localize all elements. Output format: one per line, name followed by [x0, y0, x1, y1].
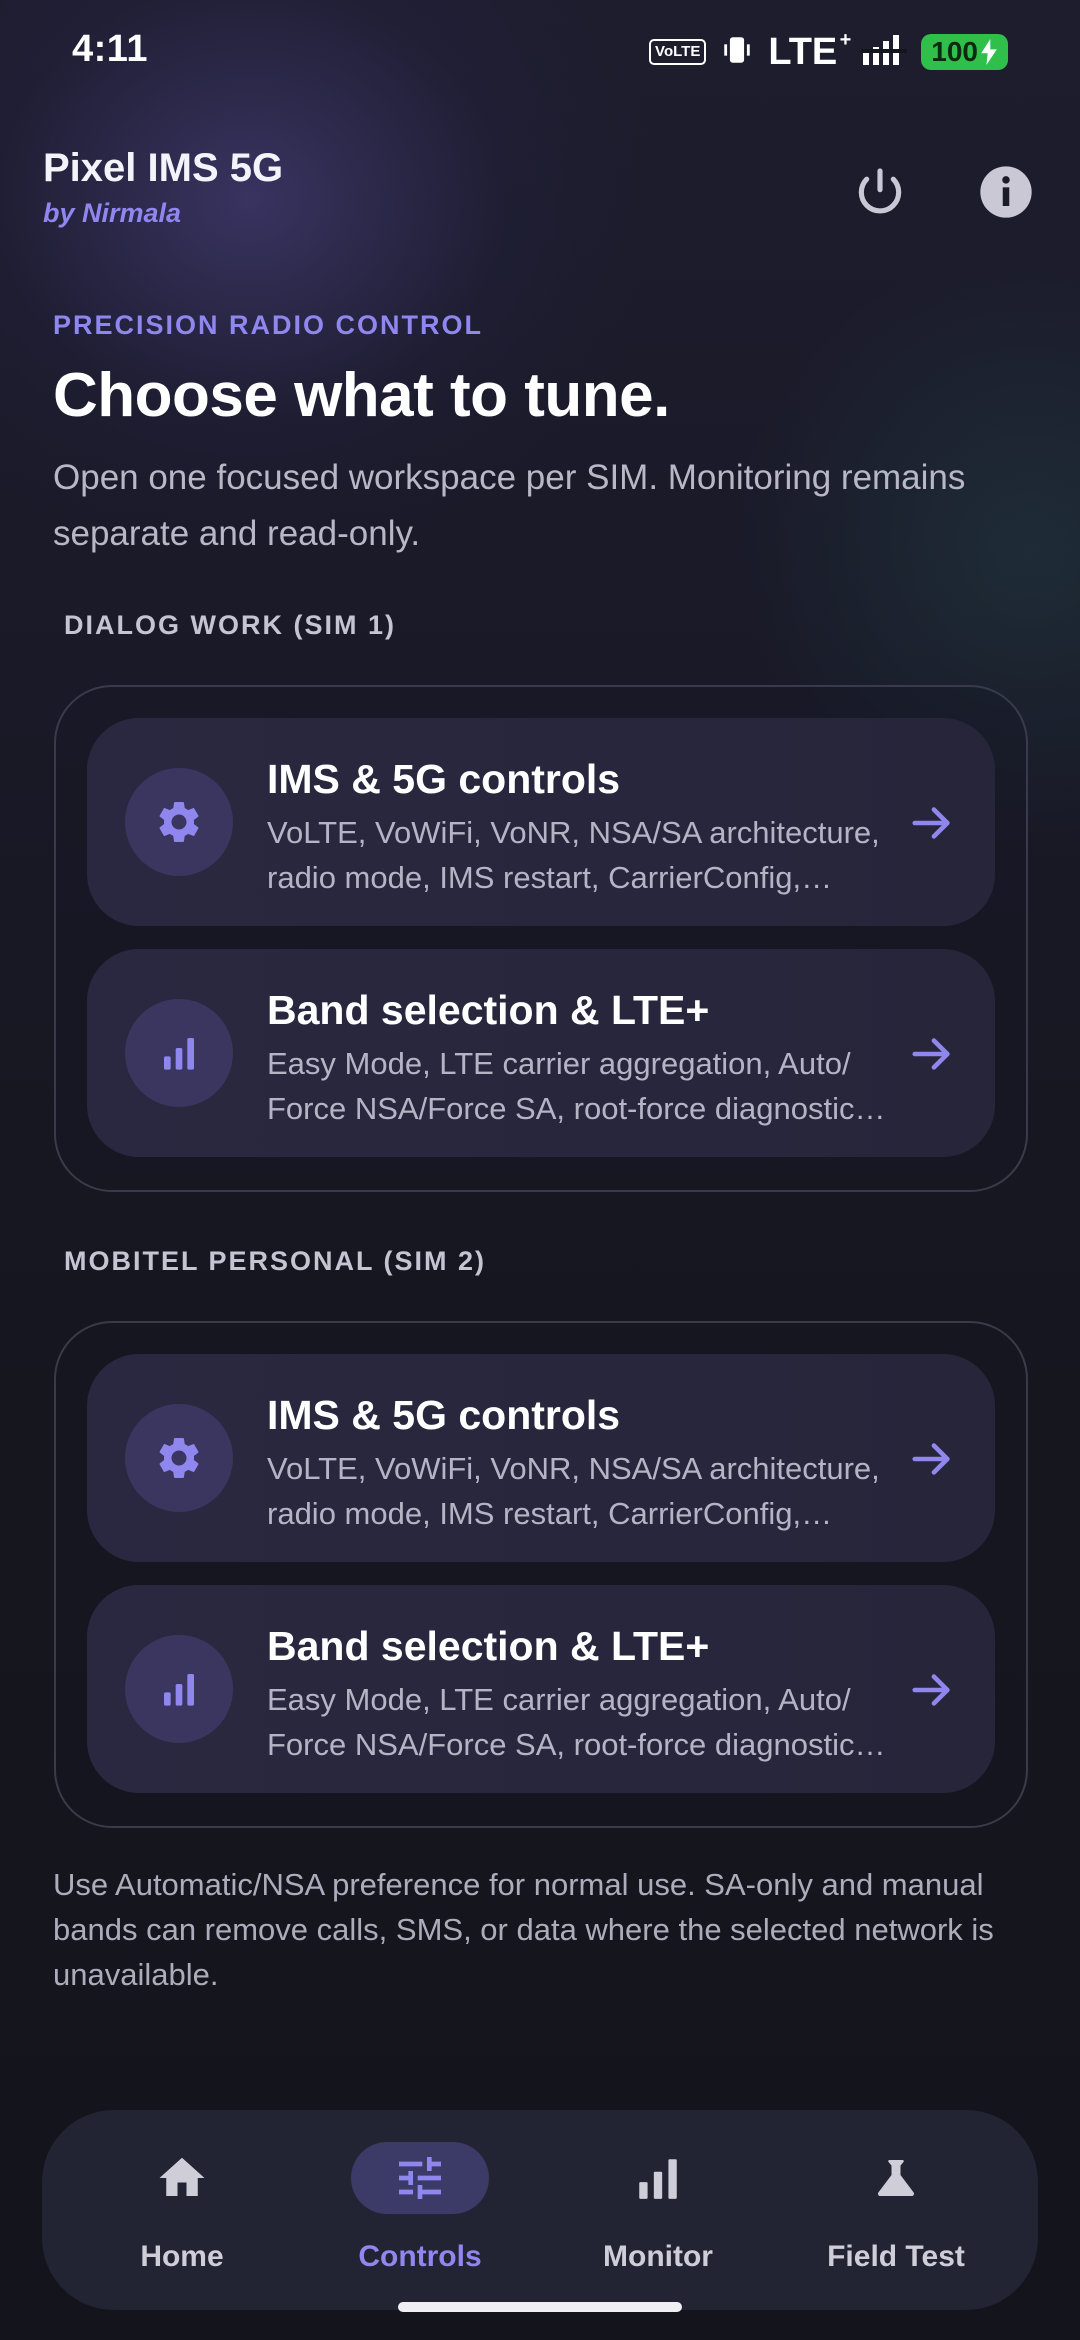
vibrate-icon [720, 33, 754, 72]
power-icon [858, 168, 902, 214]
sim1-band-card[interactable]: Band selection & LTE+ Easy Mode, LTE car… [87, 949, 995, 1157]
info-icon [980, 166, 1032, 218]
arrow-right-icon [912, 1674, 950, 1706]
signal-icon [861, 33, 908, 72]
sim1-label: DIALOG WORK (SIM 1) [64, 610, 396, 640]
sim1-ims-card[interactable]: IMS & 5G controls VoLTE, VoWiFi, VoNR, N… [87, 718, 995, 926]
nav-label: Home [140, 2240, 224, 2273]
card-description: Easy Mode, LTE carrier aggregation, Auto… [267, 1682, 871, 1762]
nav-field-test[interactable]: Field Test [786, 2110, 1006, 2310]
card-title: Band selection & LTE+ [267, 1623, 710, 1669]
gear-icon [125, 768, 233, 876]
page-title: Choose what to tune. [53, 361, 670, 430]
home-indicator[interactable] [398, 2302, 682, 2312]
nav-label: Field Test [827, 2240, 965, 2273]
arrow-right-icon [912, 1038, 950, 1070]
flask-icon [878, 2160, 914, 2196]
card-title: IMS & 5G controls [267, 1392, 621, 1438]
nav-label: Monitor [603, 2240, 713, 2273]
sim2-group: IMS & 5G controls VoLTE, VoWiFi, VoNR, N… [54, 1321, 1028, 1828]
battery-indicator: 100 [921, 34, 1008, 70]
status-bar: 4:11 VoLTE LTE + 100 [0, 0, 1080, 104]
card-description: VoLTE, VoWiFi, VoNR, NSA/SA architecture… [267, 815, 880, 895]
info-button[interactable] [976, 162, 1036, 222]
sim2-band-card[interactable]: Band selection & LTE+ Easy Mode, LTE car… [87, 1585, 995, 1793]
network-type: LTE + [768, 28, 852, 73]
bottom-navigation: Home Controls Monitor Field Test [42, 2110, 1038, 2310]
nav-home[interactable]: Home [72, 2110, 292, 2310]
nav-controls[interactable]: Controls [310, 2110, 530, 2310]
power-button[interactable] [850, 162, 910, 222]
arrow-right-icon [912, 807, 950, 839]
arrow-right-icon [912, 1443, 950, 1475]
volte-icon: VoLTE [649, 39, 707, 65]
gear-icon [125, 1404, 233, 1512]
warning-footnote: Use Automatic/NSA preference for normal … [53, 1867, 994, 1992]
signal-bars-icon [125, 1635, 233, 1743]
nav-label: Controls [358, 2240, 482, 2273]
app-title: Pixel IMS 5G [43, 146, 284, 190]
signal-bars-icon [125, 999, 233, 1107]
home-icon [159, 2157, 205, 2196]
app-subtitle: by Nirmala [43, 198, 182, 228]
card-description: Easy Mode, LTE carrier aggregation, Auto… [267, 1046, 871, 1126]
sim2-label: MOBITEL PERSONAL (SIM 2) [64, 1246, 487, 1276]
sliders-icon [399, 2157, 441, 2199]
page-description: Open one focused workspace per SIM. Moni… [53, 458, 966, 553]
status-time: 4:11 [72, 28, 148, 70]
section-eyebrow: PRECISION RADIO CONTROL [53, 310, 484, 340]
nav-monitor[interactable]: Monitor [548, 2110, 768, 2310]
card-description: VoLTE, VoWiFi, VoNR, NSA/SA architecture… [267, 1451, 880, 1531]
bar-chart-icon [639, 2159, 677, 2199]
sim2-ims-card[interactable]: IMS & 5G controls VoLTE, VoWiFi, VoNR, N… [87, 1354, 995, 1562]
card-title: IMS & 5G controls [267, 756, 621, 802]
card-title: Band selection & LTE+ [267, 987, 710, 1033]
sim1-group: IMS & 5G controls VoLTE, VoWiFi, VoNR, N… [54, 685, 1028, 1192]
